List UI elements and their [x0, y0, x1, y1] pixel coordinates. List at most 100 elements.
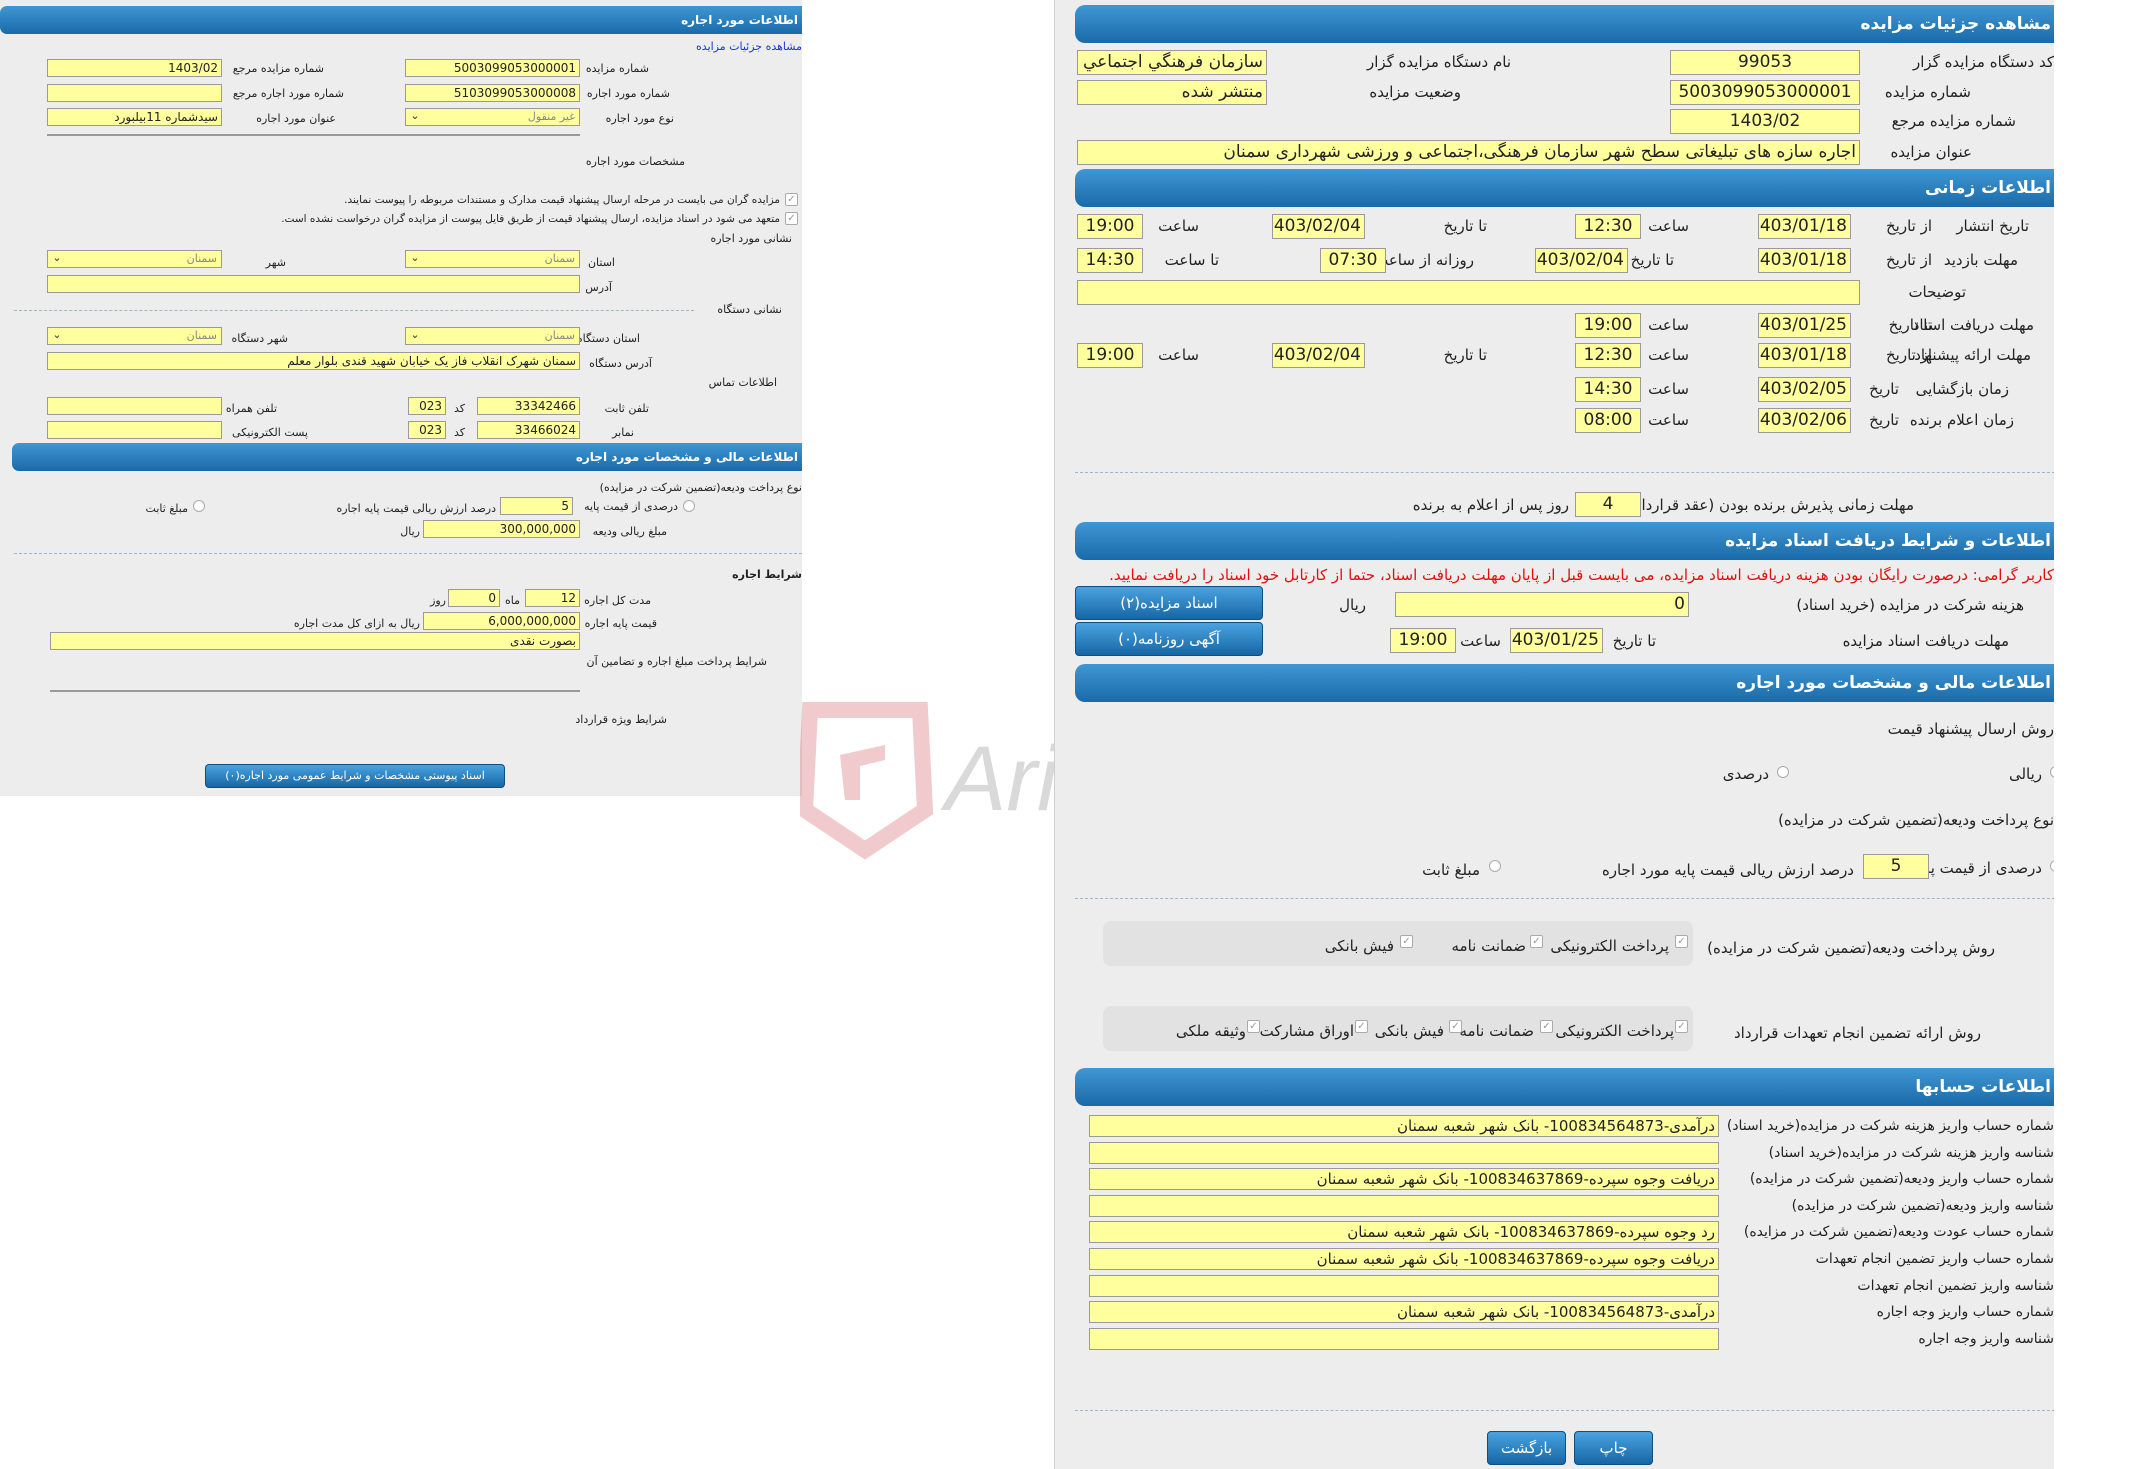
phone-label: تلفن ثابت — [604, 402, 649, 415]
ref-no-field: 1403/02 — [47, 59, 222, 77]
account-row-label: شماره حساب واریز تضمین انجام تعهدات — [1815, 1251, 2054, 1267]
percent-option-label: درصدی — [1722, 765, 1769, 783]
publish-from-hour: 12:30 — [1575, 214, 1641, 239]
contact-title: اطلاعات تماس — [708, 376, 777, 389]
province-select[interactable]: سمنان ⌄ — [405, 250, 580, 268]
percent-base-radio[interactable] — [2050, 860, 2054, 872]
auction-no-label: شماره مزایده — [585, 62, 649, 75]
item-ref-no-field — [47, 84, 222, 102]
days-field: 0 — [448, 589, 500, 607]
bonds-label: اوراق مشارکت — [1259, 1022, 1354, 1040]
publish-label: تاریخ انتشار — [1956, 217, 2029, 235]
print-button[interactable]: چاپ — [1574, 1431, 1653, 1465]
shield-icon — [800, 702, 934, 860]
bonds-checkbox[interactable]: ✓ — [1355, 1020, 1368, 1033]
electronic-checkbox[interactable]: ✓ — [1675, 935, 1688, 948]
publish-from-label: از تاریخ — [1885, 217, 1932, 235]
offer-from-date: 1403/01/18 — [1758, 343, 1851, 368]
city-value: سمنان — [186, 252, 217, 265]
visit-from-label: از تاریخ — [1885, 251, 1932, 269]
payment-terms-textarea[interactable]: بصورت نقدی — [50, 632, 580, 650]
account-row-value — [1089, 1194, 1719, 1217]
divider — [14, 553, 802, 554]
item-specs-textarea[interactable] — [47, 134, 580, 136]
account-row-label: شناسه واریز هزینه شرکت در مزایده(خرید اس… — [1768, 1144, 2054, 1161]
item-ref-no-label: شماره مورد اجاره مرجع — [232, 87, 344, 100]
view-auction-details-link[interactable]: مشاهده جزئیات مزایده — [696, 40, 802, 53]
account-row-value: دریافت وجوه سپرده-100834637869- بانک شهر… — [1089, 1248, 1719, 1270]
item-type-value: غیر منقول — [527, 110, 575, 123]
visit-hour-to: 14:30 — [1077, 248, 1143, 273]
auctioneer-code-field: 99053 — [1670, 50, 1860, 75]
auction-docs-button[interactable]: اسناد مزایده(۲) — [1075, 586, 1263, 620]
time-info-header: اطلاعات زمانی — [1075, 169, 2054, 207]
publish-to-hour-label: ساعت — [1158, 217, 1199, 235]
property-checkbox[interactable]: ✓ — [1247, 1020, 1260, 1033]
newspaper-ad-button[interactable]: آگهی روزنامه(۰) — [1075, 622, 1263, 656]
divider — [1075, 472, 2054, 473]
percent-radio[interactable] — [683, 500, 695, 512]
org-city-label: شهر دستگاه — [231, 332, 288, 345]
org-province-select[interactable]: سمنان ⌄ — [405, 327, 580, 345]
item-type-select[interactable]: غیر منقول ⌄ — [405, 108, 580, 126]
special-terms-label: شرایط ویژه قرارداد — [575, 713, 667, 726]
commit-electronic-checkbox[interactable]: ✓ — [1675, 1020, 1688, 1033]
item-no-field: 5103099053000008 — [405, 84, 580, 102]
opening-hour: 14:30 — [1575, 377, 1641, 402]
guarantee-checkbox[interactable]: ✓ — [1530, 935, 1543, 948]
offer-to-hour-label: ساعت — [1158, 346, 1199, 364]
doc-receive-to-label: تا تاریخ — [1612, 632, 1656, 650]
fax-label: نمابر — [612, 426, 634, 439]
attached-docs-button[interactable]: اسناد پیوستی مشخصات و شرایط عمومی مورد ا… — [205, 764, 505, 788]
percent-method-radio[interactable] — [1777, 766, 1789, 778]
address-field[interactable] — [47, 275, 580, 293]
doc-to-hour-label: ساعت — [1648, 316, 1689, 334]
docs-required-checkbox[interactable]: ✓ — [785, 193, 798, 206]
org-city-select[interactable]: سمنان ⌄ — [47, 327, 222, 345]
commit-guarantee-checkbox[interactable]: ✓ — [1540, 1020, 1553, 1033]
opening-hour-label: ساعت — [1648, 380, 1689, 398]
ref-no-label: شماره مزایده مرجع — [232, 62, 324, 75]
auction-no-label: شماره مزایده — [1884, 83, 1971, 101]
org-address-label: آدرس دستگاه — [589, 357, 652, 370]
auctioneer-code-label: کد دستگاه مزایده گزار — [1912, 53, 2054, 71]
fixed-radio[interactable] — [193, 500, 205, 512]
offer-from-label: از تاریخ — [1885, 346, 1932, 364]
finance-header: اطلاعات مالی و مشخصات مورد اجاره — [12, 443, 802, 471]
back-button[interactable]: بازگشت — [1487, 1431, 1566, 1465]
fax-field: 33466024 — [477, 421, 580, 439]
percent-field: 5 — [500, 497, 573, 515]
commit-bank-receipt-checkbox[interactable]: ✓ — [1449, 1020, 1462, 1033]
special-terms-textarea[interactable] — [50, 690, 580, 692]
subject-label: عنوان مزایده — [1890, 143, 1972, 161]
visit-to-date: 1403/02/04 — [1535, 248, 1628, 273]
city-select[interactable]: سمنان ⌄ — [47, 250, 222, 268]
deposit-amount-label: مبلغ ریالی ودیعه — [592, 525, 667, 538]
email-field[interactable] — [47, 421, 222, 439]
chevron-down-icon: ⌄ — [52, 328, 62, 341]
electronic-label: پرداخت الکترونیکی — [1550, 937, 1669, 955]
fee-rial-label: ریال — [1339, 596, 1366, 614]
account-row-label: شماره حساب عودت ودیعه(تضمین شرکت در مزای… — [1743, 1224, 2054, 1241]
fixed-amount-radio[interactable] — [1489, 860, 1501, 872]
province-value: سمنان — [544, 252, 575, 265]
percent-base-label: درصدی از قیمت پایه — [1913, 859, 2042, 877]
item-title-label: عنوان مورد اجاره — [256, 112, 336, 125]
status-field: منتشر شده — [1077, 80, 1267, 105]
auction-details-panel: مشاهده جزئیات مزایده کد دستگاه مزایده گز… — [1054, 0, 2054, 1469]
no-file-checkbox[interactable]: ✓ — [785, 212, 798, 225]
org-address-title: نشانی دستگاه — [717, 303, 782, 316]
item-title-field: سیدشماره 11بیلبورد — [47, 108, 222, 126]
offer-from-hour-label: ساعت — [1648, 346, 1689, 364]
auction-no-field: 5003099053000001 — [1670, 80, 1860, 105]
lease-item-panel: اطلاعات مورد اجاره مشاهده جزئیات مزایده … — [0, 0, 802, 796]
percent-text: درصد ارزش ریالی قیمت پایه اجاره — [336, 502, 496, 515]
bank-receipt-checkbox[interactable]: ✓ — [1400, 935, 1413, 948]
rial-radio[interactable] — [2050, 766, 2054, 778]
description-field[interactable] — [1077, 280, 1860, 305]
mobile-field[interactable] — [47, 397, 222, 415]
auction-no-field: 5003099053000001 — [405, 59, 580, 77]
publish-to-hour: 19:00 — [1077, 214, 1143, 239]
mobile-label: تلفن همراه — [225, 402, 277, 415]
bank-receipt-label: فیش بانکی — [1324, 937, 1394, 955]
